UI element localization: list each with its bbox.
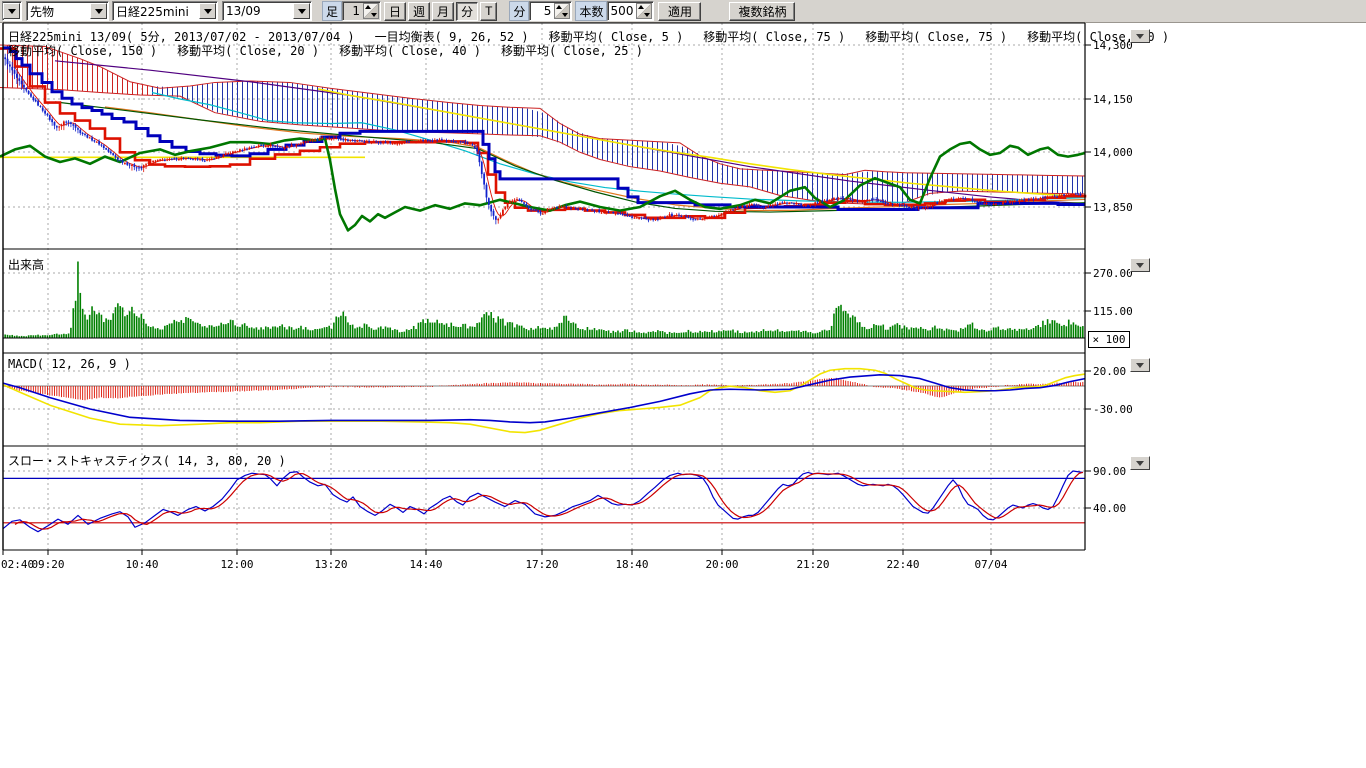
- trading-app-window: 先物 日経225mini 13/09 足 1 日 週 月 分 T 分 5 本数 …: [0, 0, 1366, 768]
- stoch-pane-menu-button[interactable]: [1130, 456, 1150, 470]
- svg-text:13,850: 13,850: [1093, 201, 1133, 214]
- volume-pane-menu-button[interactable]: [1130, 258, 1150, 272]
- svg-text:90.00: 90.00: [1093, 465, 1126, 478]
- svg-text:13:20: 13:20: [314, 558, 347, 571]
- volume-scale-note: × 100: [1088, 331, 1130, 348]
- svg-text:07/04: 07/04: [974, 558, 1007, 571]
- macd-pane-menu-button[interactable]: [1130, 358, 1150, 372]
- svg-text:09:20: 09:20: [31, 558, 64, 571]
- chart-legend-line2: 移動平均( Close, 150 ) 移動平均( Close, 20 ) 移動平…: [8, 42, 643, 59]
- gridlines: [3, 23, 1085, 550]
- legend-item: 移動平均( Close, 40 ): [339, 42, 481, 59]
- stoch-pane-series: [3, 471, 1085, 532]
- svg-text:14,000: 14,000: [1093, 146, 1133, 159]
- svg-text:12:00: 12:00: [220, 558, 253, 571]
- stoch-pane-label: スロー・ストキャスティクス( 14, 3, 80, 20 ): [8, 452, 286, 469]
- legend-item: 移動平均( Close, 75 ): [703, 28, 845, 45]
- svg-text:20.00: 20.00: [1093, 365, 1126, 378]
- legend-item: 移動平均( Close, 20 ): [177, 42, 319, 59]
- volume-pane-label: 出来高: [8, 256, 44, 273]
- svg-text:20:00: 20:00: [705, 558, 738, 571]
- price-pane-series: [0, 45, 1085, 230]
- svg-text:270.00: 270.00: [1093, 267, 1133, 280]
- legend-item: 移動平均( Close, 75 ): [865, 28, 1007, 45]
- svg-text:17:20: 17:20: [525, 558, 558, 571]
- svg-text:22:40: 22:40: [886, 558, 919, 571]
- right-axis-labels: 14,30014,15014,00013,850270.00115.0020.0…: [1085, 39, 1133, 515]
- svg-text:18:40: 18:40: [615, 558, 648, 571]
- legend-item: 移動平均( Close, 25 ): [501, 42, 643, 59]
- svg-text:02:40: 02:40: [1, 558, 34, 571]
- legend-item: 移動平均( Close, 150 ): [8, 42, 157, 59]
- chart-canvas: 14,30014,15014,00013,850270.00115.0020.0…: [0, 0, 1366, 768]
- x-axis-labels: 02:4009:20 10:40 12:00 13:20 14:40 17:20 18:40…: [1, 550, 1008, 571]
- price-pane-menu-button[interactable]: [1130, 29, 1150, 43]
- svg-text:21:20: 21:20: [796, 558, 829, 571]
- svg-text:14,150: 14,150: [1093, 93, 1133, 106]
- macd-pane-series: [3, 369, 1085, 433]
- svg-text:-30.00: -30.00: [1093, 403, 1133, 416]
- svg-text:14:40: 14:40: [409, 558, 442, 571]
- svg-text:40.00: 40.00: [1093, 502, 1126, 515]
- svg-text:115.00: 115.00: [1093, 305, 1133, 318]
- svg-text:10:40: 10:40: [125, 558, 158, 571]
- macd-pane-label: MACD( 12, 26, 9 ): [8, 357, 131, 371]
